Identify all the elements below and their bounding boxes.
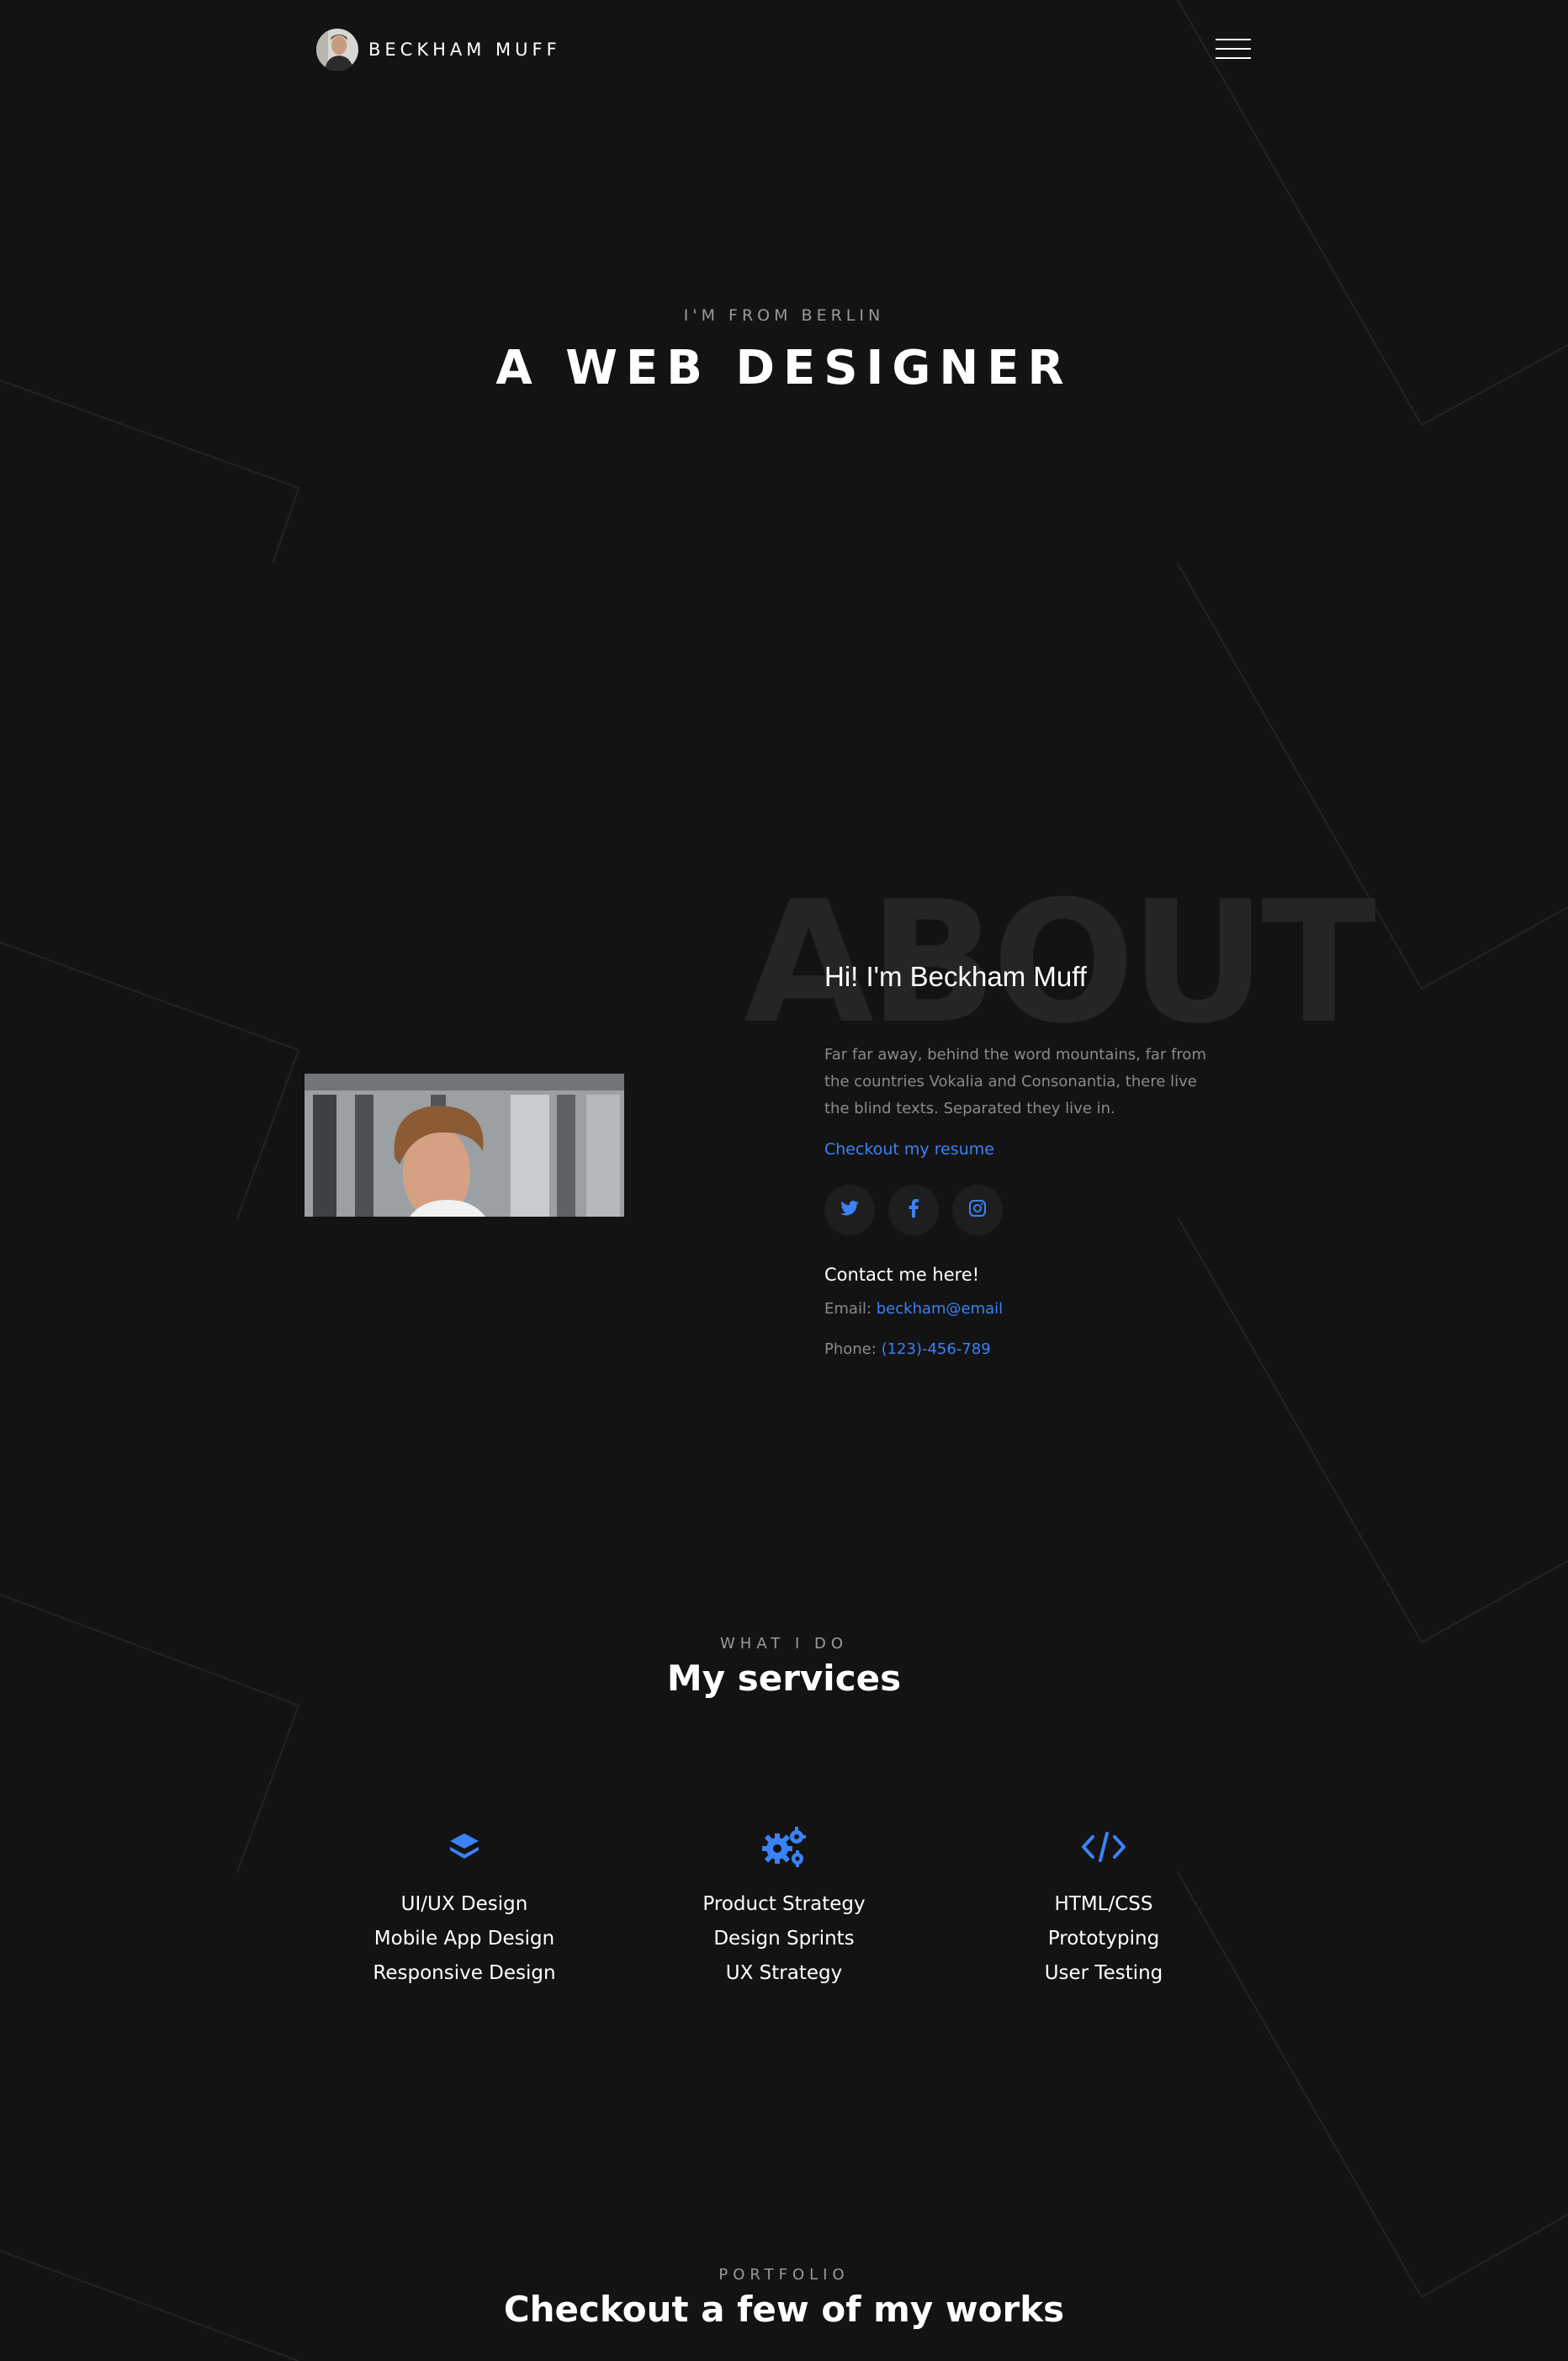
menu-bar bbox=[1216, 39, 1251, 40]
about-greeting: Hi! I'm Beckham Muff bbox=[824, 961, 1087, 992]
facebook-button[interactable] bbox=[888, 1185, 939, 1235]
about-photo bbox=[305, 1074, 624, 1217]
menu-bar bbox=[1216, 48, 1251, 50]
service-item: User Testing bbox=[1044, 1962, 1163, 1984]
service-item: Responsive Design bbox=[373, 1962, 556, 1984]
avatar bbox=[316, 29, 358, 71]
email-link[interactable]: beckham@email bbox=[877, 1300, 1003, 1318]
brand[interactable]: BECKHAM MUFF bbox=[316, 29, 561, 71]
brand-name: BECKHAM MUFF bbox=[368, 40, 561, 60]
social-links bbox=[824, 1185, 1003, 1235]
contact-heading: Contact me here! bbox=[824, 1265, 980, 1285]
facebook-icon bbox=[908, 1199, 919, 1221]
service-item: Mobile App Design bbox=[373, 1928, 555, 1950]
portfolio-subtitle: PORTFOLIO bbox=[718, 2266, 850, 2284]
email-line: Email: beckham@email bbox=[824, 1300, 1003, 1318]
twitter-icon bbox=[840, 1201, 859, 1219]
email-label: Email: bbox=[824, 1300, 872, 1318]
service-column: HTML/CSS Prototyping User Testing bbox=[944, 1822, 1263, 1991]
service-item: UI/UX Design bbox=[400, 1893, 528, 1915]
phone-link[interactable]: (123)-456-789 bbox=[882, 1340, 991, 1358]
phone-line: Phone: (123)-456-789 bbox=[824, 1340, 991, 1358]
code-icon bbox=[944, 1822, 1263, 1872]
service-item: Product Strategy bbox=[702, 1893, 866, 1915]
hero-title: A WEB DESIGNER bbox=[495, 341, 1073, 395]
twitter-button[interactable] bbox=[824, 1185, 875, 1235]
portfolio-title: Checkout a few of my works bbox=[503, 2289, 1065, 2330]
service-item: Design Sprints bbox=[713, 1928, 855, 1950]
service-column: UI/UX Design Mobile App Design Responsiv… bbox=[305, 1822, 624, 1991]
hero-subtitle: I'M FROM BERLIN bbox=[683, 306, 885, 325]
service-column: Product Strategy Design Sprints UX Strat… bbox=[624, 1822, 944, 1991]
service-item: UX Strategy bbox=[725, 1962, 843, 1984]
phone-label: Phone: bbox=[824, 1340, 877, 1358]
menu-bar bbox=[1216, 57, 1251, 59]
hamburger-icon[interactable] bbox=[1216, 39, 1251, 59]
instagram-button[interactable] bbox=[952, 1185, 1003, 1235]
services-title: My services bbox=[666, 1658, 902, 1699]
about-text: Far far away, behind the word mountains,… bbox=[824, 1046, 1206, 1117]
service-item: HTML/CSS bbox=[1054, 1893, 1153, 1915]
services-subtitle: WHAT I DO bbox=[719, 1635, 849, 1653]
layers-icon bbox=[305, 1822, 624, 1872]
gears-icon bbox=[624, 1822, 944, 1872]
service-item: Prototyping bbox=[1047, 1928, 1160, 1950]
resume-link[interactable]: Checkout my resume bbox=[824, 1140, 994, 1159]
instagram-icon bbox=[968, 1199, 987, 1221]
